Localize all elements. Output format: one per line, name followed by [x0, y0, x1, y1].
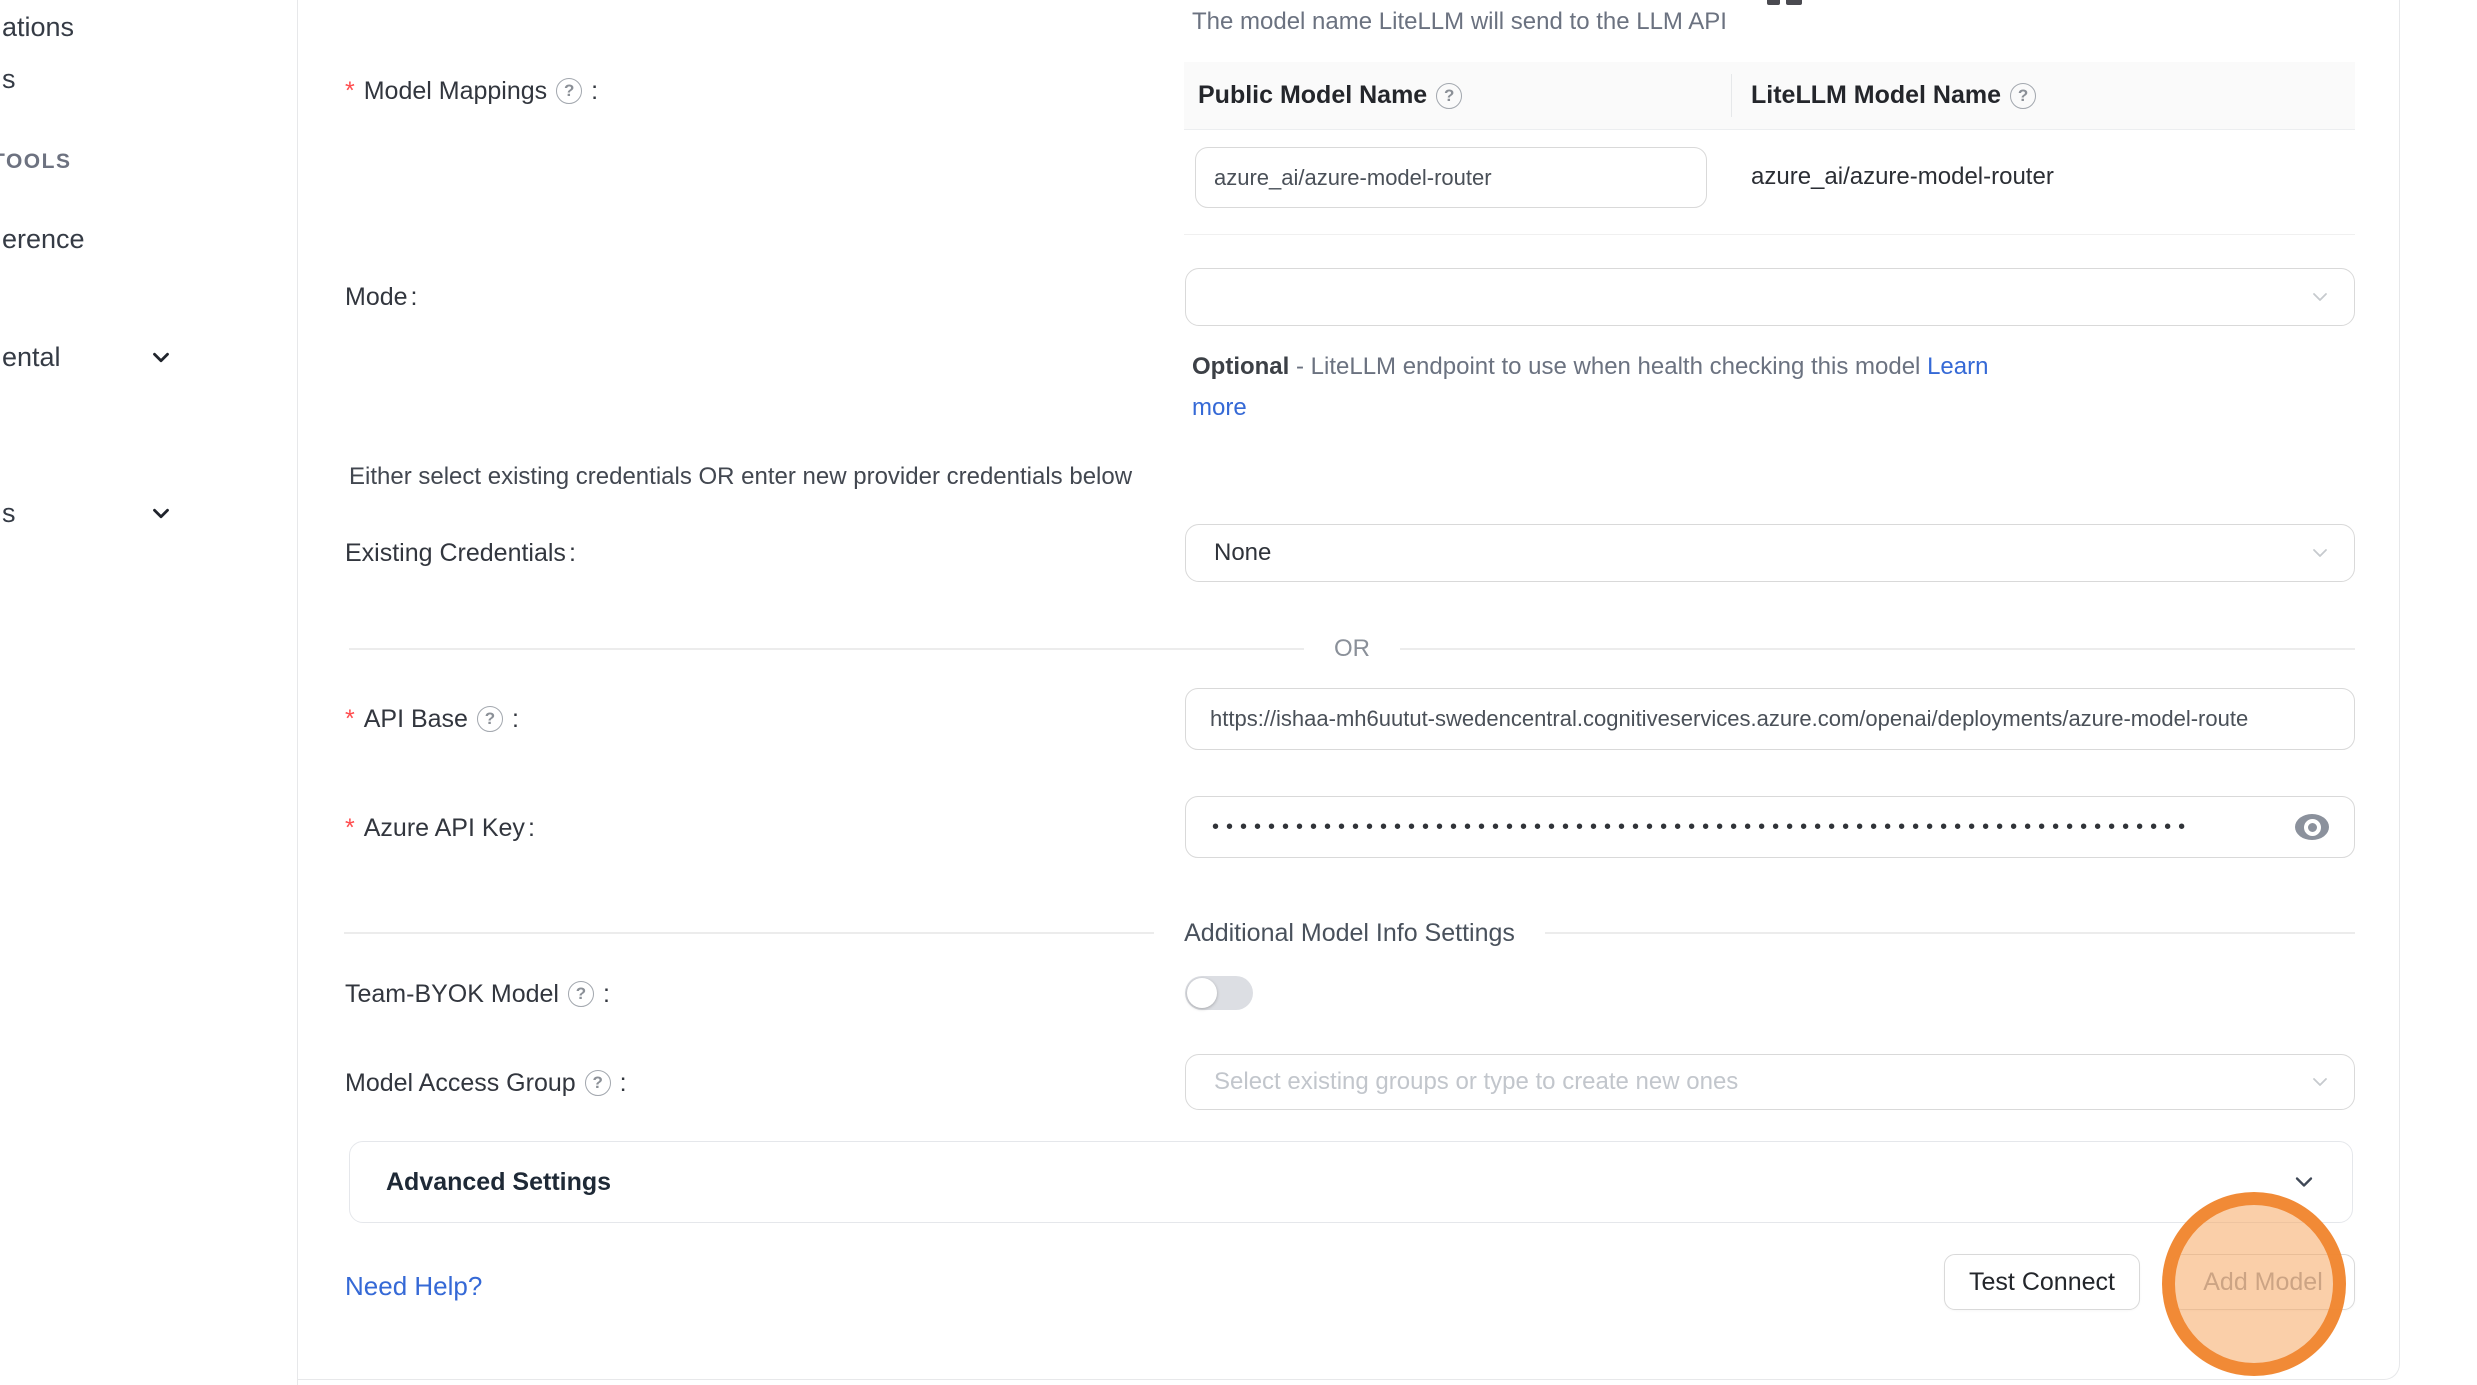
chevron-down-icon[interactable]: [148, 500, 174, 526]
table-body-row: azure_ai/azure-model-router: [1184, 130, 2355, 234]
azure-api-key-field: [1185, 796, 2355, 858]
azure-api-key-input[interactable]: [1185, 796, 2355, 858]
required-asterisk: *: [345, 813, 355, 843]
help-question-icon[interactable]: ?: [585, 1070, 611, 1096]
chevron-down-icon[interactable]: [148, 344, 174, 370]
model-name-helper-text: The model name LiteLLM will send to the …: [1192, 5, 1727, 39]
existing-credentials-label: Existing Credentials :: [345, 538, 576, 568]
sidebar-item-s2[interactable]: s: [0, 498, 16, 529]
help-question-icon[interactable]: ?: [568, 981, 594, 1007]
help-question-icon[interactable]: ?: [1436, 83, 1462, 109]
test-connect-button[interactable]: Test Connect: [1944, 1254, 2140, 1310]
credentials-note: Either select existing credentials OR en…: [349, 463, 1132, 491]
help-question-icon[interactable]: ?: [477, 706, 503, 732]
model-access-group-select[interactable]: Select existing groups or type to create…: [1185, 1054, 2355, 1110]
api-base-input[interactable]: [1185, 688, 2355, 750]
sidebar-item-ental[interactable]: ental: [0, 342, 61, 373]
additional-settings-divider: Additional Model Info Settings: [344, 918, 2355, 948]
advanced-settings-panel[interactable]: Advanced Settings: [349, 1141, 2353, 1223]
toggle-knob: [1187, 978, 1217, 1008]
sidebar: ations s TOOLS erence ental s: [0, 0, 298, 1385]
chevron-down-icon: [2308, 541, 2332, 565]
chevron-down-icon: [2290, 1168, 2318, 1196]
api-base-label: * API Base ? :: [345, 704, 519, 734]
clipped-text-fragment: [1786, 0, 1802, 5]
sidebar-item-s1[interactable]: s: [0, 64, 16, 95]
advanced-settings-title: Advanced Settings: [386, 1168, 2290, 1197]
learn-more-link[interactable]: more: [1192, 394, 1247, 421]
or-divider: OR: [349, 634, 2355, 664]
eye-icon[interactable]: [2295, 814, 2329, 840]
sidebar-item-erence[interactable]: erence: [0, 224, 85, 255]
mode-label: Mode :: [345, 282, 418, 312]
column-divider: [1731, 74, 1732, 117]
column-header-public-model-name: Public Model Name ?: [1184, 81, 1731, 110]
sidebar-section-tools: TOOLS: [0, 150, 71, 174]
add-model-page: ations s TOOLS erence ental s The model …: [0, 0, 2477, 1385]
mode-helper-line1: Optional - LiteLLM endpoint to use when …: [1192, 349, 1988, 385]
team-byok-toggle[interactable]: [1185, 976, 1253, 1010]
team-byok-label: Team-BYOK Model ? :: [345, 979, 610, 1009]
sidebar-item-ations[interactable]: ations: [0, 12, 74, 43]
model-mappings-table: Public Model Name ? LiteLLM Model Name ?…: [1184, 62, 2355, 235]
model-mappings-label: * Model Mappings ? :: [345, 76, 598, 106]
help-question-icon[interactable]: ?: [556, 78, 582, 104]
azure-api-key-label: * Azure API Key :: [345, 813, 535, 843]
learn-more-link[interactable]: Learn: [1927, 353, 1988, 380]
required-asterisk: *: [345, 704, 355, 734]
clipped-text-fragment: [1767, 0, 1780, 5]
help-question-icon[interactable]: ?: [2010, 83, 2036, 109]
model-access-group-placeholder: Select existing groups or type to create…: [1214, 1068, 1738, 1096]
model-access-group-label: Model Access Group ? :: [345, 1068, 627, 1098]
add-model-button[interactable]: Add Model: [2171, 1254, 2355, 1310]
existing-credentials-select[interactable]: None: [1185, 524, 2355, 582]
column-header-litellm-model-name: LiteLLM Model Name ?: [1731, 81, 2036, 110]
mode-helper-line2: more: [1192, 390, 1247, 426]
chevron-down-icon: [2308, 285, 2332, 309]
existing-credentials-value: None: [1214, 539, 1271, 567]
litellm-model-name-value: azure_ai/azure-model-router: [1751, 163, 2054, 191]
table-header-row: Public Model Name ? LiteLLM Model Name ?: [1184, 62, 2355, 130]
chevron-down-icon: [2308, 1070, 2332, 1094]
public-model-name-input[interactable]: [1195, 147, 1707, 208]
mode-select[interactable]: [1185, 268, 2355, 326]
required-asterisk: *: [345, 76, 355, 106]
need-help-link[interactable]: Need Help?: [345, 1271, 482, 1302]
